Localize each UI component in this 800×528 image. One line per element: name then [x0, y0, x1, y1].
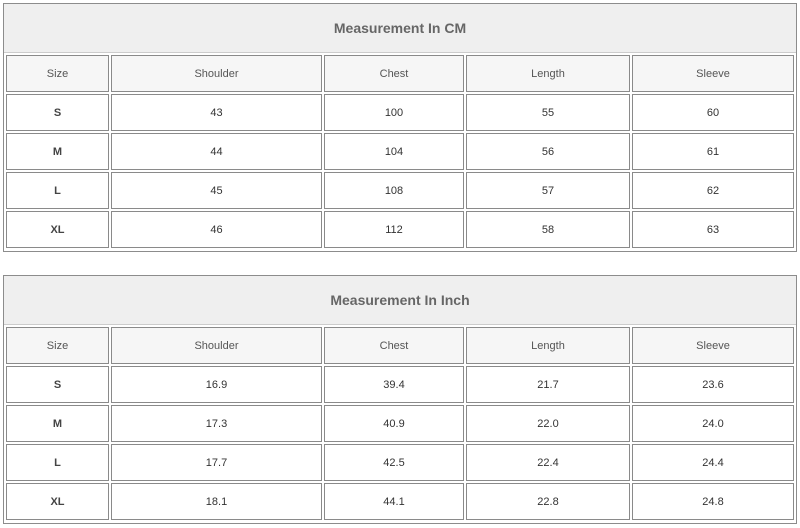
sleeve-value: 24.0	[632, 405, 794, 442]
table-row: XL 18.1 44.1 22.8 24.8	[6, 483, 794, 520]
size-label: L	[6, 172, 109, 209]
length-value: 22.4	[466, 444, 630, 481]
sleeve-value: 60	[632, 94, 794, 131]
chest-value: 39.4	[324, 366, 464, 403]
cm-header-row: Size Shoulder Chest Length Sleeve	[6, 55, 794, 92]
header-length: Length	[466, 327, 630, 364]
table-row: L 45 108 57 62	[6, 172, 794, 209]
sleeve-value: 24.4	[632, 444, 794, 481]
cm-measurement-table: Measurement In CM Size Shoulder Chest Le…	[3, 3, 797, 252]
size-label: L	[6, 444, 109, 481]
shoulder-value: 17.7	[111, 444, 322, 481]
table-row: L 17.7 42.5 22.4 24.4	[6, 444, 794, 481]
table-row: S 16.9 39.4 21.7 23.6	[6, 366, 794, 403]
header-shoulder: Shoulder	[111, 55, 322, 92]
chest-value: 42.5	[324, 444, 464, 481]
inch-table-title: Measurement In Inch	[4, 276, 796, 325]
table-row: M 17.3 40.9 22.0 24.0	[6, 405, 794, 442]
cm-size-grid: Size Shoulder Chest Length Sleeve S 43 1…	[4, 53, 796, 250]
table-row: XL 46 112 58 63	[6, 211, 794, 248]
length-value: 56	[466, 133, 630, 170]
sleeve-value: 62	[632, 172, 794, 209]
shoulder-value: 16.9	[111, 366, 322, 403]
sleeve-value: 61	[632, 133, 794, 170]
table-row: M 44 104 56 61	[6, 133, 794, 170]
shoulder-value: 45	[111, 172, 322, 209]
inch-header-row: Size Shoulder Chest Length Sleeve	[6, 327, 794, 364]
shoulder-value: 17.3	[111, 405, 322, 442]
shoulder-value: 44	[111, 133, 322, 170]
header-size: Size	[6, 327, 109, 364]
inch-measurement-table: Measurement In Inch Size Shoulder Chest …	[3, 275, 797, 524]
shoulder-value: 43	[111, 94, 322, 131]
chest-value: 40.9	[324, 405, 464, 442]
size-label: S	[6, 94, 109, 131]
size-label: S	[6, 366, 109, 403]
header-sleeve: Sleeve	[632, 327, 794, 364]
size-label: XL	[6, 211, 109, 248]
chest-value: 108	[324, 172, 464, 209]
table-row: S 43 100 55 60	[6, 94, 794, 131]
size-label: M	[6, 405, 109, 442]
header-size: Size	[6, 55, 109, 92]
header-sleeve: Sleeve	[632, 55, 794, 92]
length-value: 22.0	[466, 405, 630, 442]
sleeve-value: 24.8	[632, 483, 794, 520]
sleeve-value: 63	[632, 211, 794, 248]
header-length: Length	[466, 55, 630, 92]
sleeve-value: 23.6	[632, 366, 794, 403]
header-chest: Chest	[324, 55, 464, 92]
length-value: 58	[466, 211, 630, 248]
shoulder-value: 46	[111, 211, 322, 248]
inch-size-grid: Size Shoulder Chest Length Sleeve S 16.9…	[4, 325, 796, 522]
chest-value: 104	[324, 133, 464, 170]
chest-value: 112	[324, 211, 464, 248]
size-label: M	[6, 133, 109, 170]
length-value: 22.8	[466, 483, 630, 520]
length-value: 55	[466, 94, 630, 131]
chest-value: 100	[324, 94, 464, 131]
size-label: XL	[6, 483, 109, 520]
shoulder-value: 18.1	[111, 483, 322, 520]
length-value: 57	[466, 172, 630, 209]
length-value: 21.7	[466, 366, 630, 403]
header-shoulder: Shoulder	[111, 327, 322, 364]
cm-table-title: Measurement In CM	[4, 4, 796, 53]
chest-value: 44.1	[324, 483, 464, 520]
header-chest: Chest	[324, 327, 464, 364]
